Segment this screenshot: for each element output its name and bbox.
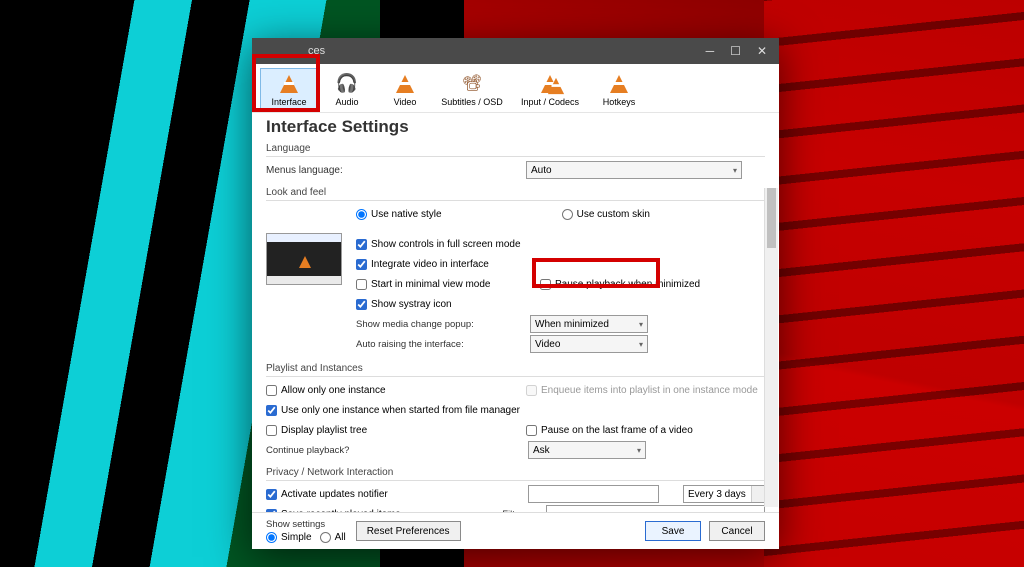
- minimize-icon[interactable]: ─: [706, 44, 715, 58]
- tab-hotkeys[interactable]: Hotkeys: [590, 68, 648, 110]
- continue-select[interactable]: Ask: [528, 441, 646, 459]
- scrollbar[interactable]: [764, 188, 778, 507]
- menus-language-select[interactable]: Auto: [526, 161, 742, 179]
- cancel-button[interactable]: Cancel: [709, 521, 765, 541]
- checkbox-updates[interactable]: Activate updates notifier: [266, 489, 508, 500]
- group-privacy: Privacy / Network Interaction: [266, 465, 765, 481]
- preview-thumbnail: [266, 233, 342, 285]
- updates-path-input[interactable]: [528, 485, 659, 503]
- radio-custom-skin[interactable]: Use custom skin: [562, 209, 650, 220]
- menus-language-label: Menus language:: [266, 165, 526, 176]
- tab-input-codecs[interactable]: Input / Codecs: [510, 68, 590, 110]
- save-button[interactable]: Save: [645, 521, 701, 541]
- checkbox-one-instance[interactable]: Allow only one instance: [266, 385, 496, 396]
- annotation-interface-tab: [252, 54, 320, 112]
- popup-select[interactable]: When minimized: [530, 315, 648, 333]
- popup-label: Show media change popup:: [356, 319, 530, 330]
- updates-frequency-spinner[interactable]: Every 3 days: [683, 485, 765, 503]
- raise-label: Auto raising the interface:: [356, 339, 530, 350]
- checkbox-minimal-view[interactable]: Start in minimal view mode: [356, 279, 504, 290]
- checkbox-one-from-fm[interactable]: Use only one instance when started from …: [266, 405, 520, 416]
- continue-label: Continue playback?: [266, 445, 528, 456]
- group-look: Look and feel: [266, 185, 765, 201]
- preferences-window: ces ─ ☐ ✕ Interface 🎧 Audio Video 📽 Subt…: [252, 38, 779, 549]
- checkbox-playlist-tree[interactable]: Display playlist tree: [266, 425, 496, 436]
- titlebar: ces ─ ☐ ✕: [252, 38, 779, 64]
- checkbox-integrate-video[interactable]: Integrate video in interface: [356, 259, 489, 270]
- group-language: Language: [266, 141, 765, 157]
- group-playlist: Playlist and Instances: [266, 361, 765, 377]
- category-tabs: Interface 🎧 Audio Video 📽 Subtitles / OS…: [252, 64, 779, 113]
- checkbox-fullscreen-controls[interactable]: Show controls in full screen mode: [356, 239, 521, 250]
- tab-video[interactable]: Video: [376, 68, 434, 110]
- tab-subtitles[interactable]: 📽 Subtitles / OSD: [434, 68, 510, 110]
- checkbox-pause-last-frame[interactable]: Pause on the last frame of a video: [526, 425, 693, 436]
- footer: Show settings Simple All Reset Preferenc…: [252, 512, 779, 549]
- settings-scroll[interactable]: Language Menus language: Auto Look and f…: [252, 141, 779, 512]
- checkbox-systray[interactable]: Show systray icon: [356, 299, 452, 310]
- raise-select[interactable]: Video: [530, 335, 648, 353]
- maximize-icon[interactable]: ☐: [730, 44, 741, 58]
- filter-input[interactable]: [546, 505, 765, 512]
- show-settings-label: Show settings: [266, 519, 346, 530]
- tab-audio[interactable]: 🎧 Audio: [318, 68, 376, 110]
- radio-simple[interactable]: Simple: [266, 532, 312, 543]
- close-icon[interactable]: ✕: [757, 44, 767, 58]
- window-title: ces: [258, 45, 706, 57]
- radio-native-style[interactable]: Use native style: [356, 209, 442, 220]
- radio-all[interactable]: All: [320, 532, 346, 543]
- checkbox-enqueue: Enqueue items into playlist in one insta…: [526, 385, 758, 396]
- reset-preferences-button[interactable]: Reset Preferences: [356, 521, 461, 541]
- annotation-pause-minimized: [532, 258, 660, 288]
- page-title: Interface Settings: [252, 113, 779, 141]
